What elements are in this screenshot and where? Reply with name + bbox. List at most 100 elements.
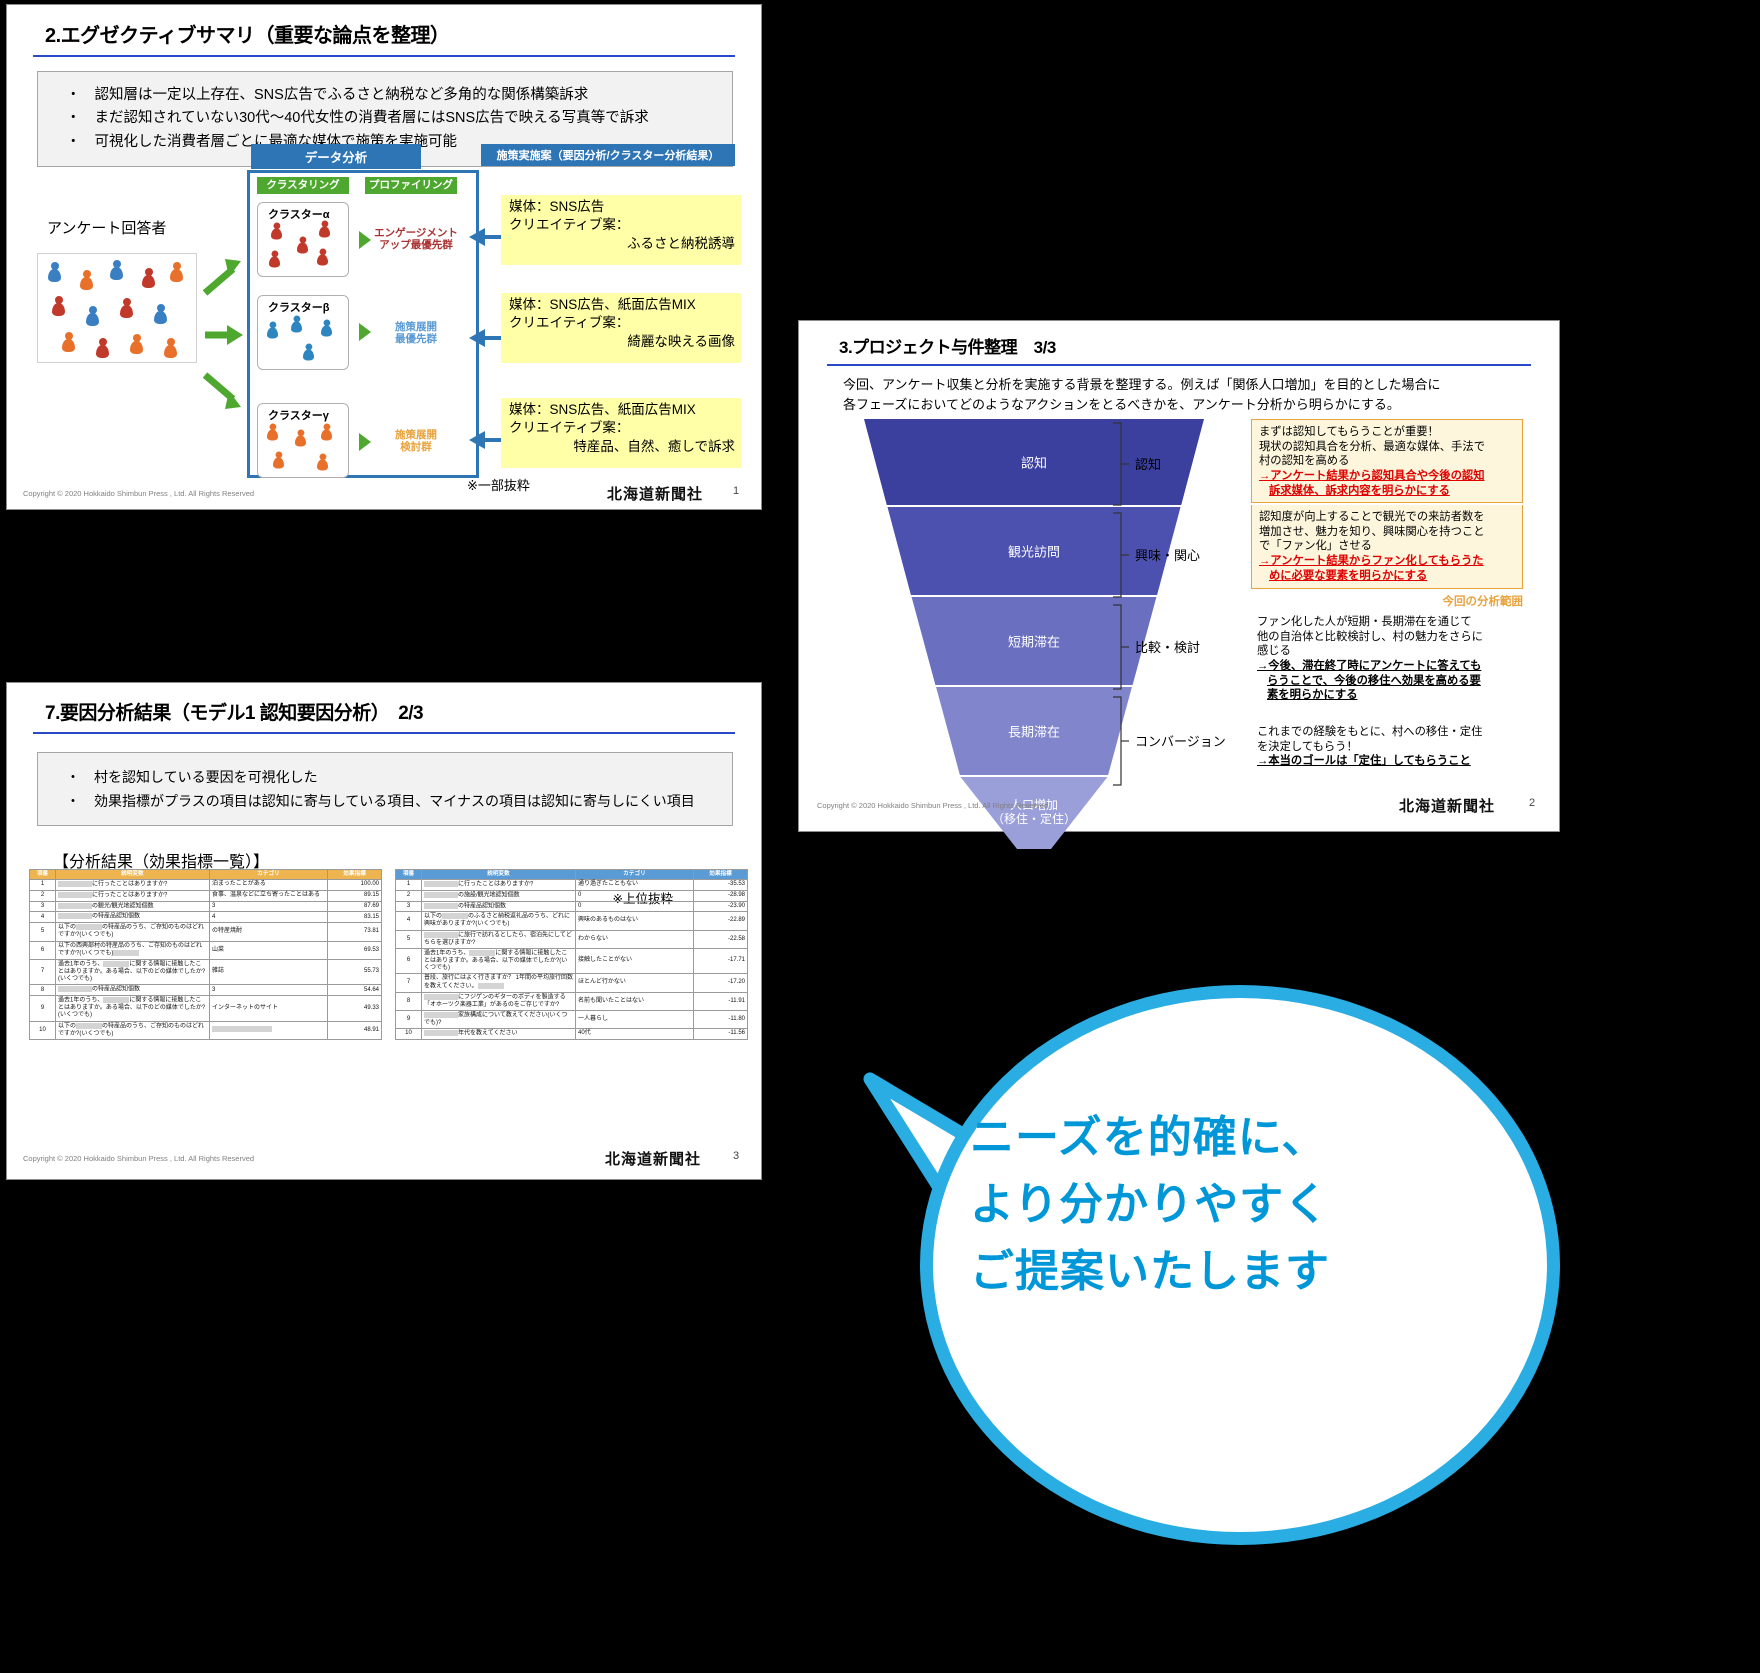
cell-effect: 69.53: [327, 940, 382, 960]
redaction-bar: [424, 931, 458, 938]
redaction-bar: [76, 1022, 103, 1029]
table-row: 9 家族構成について教えてください(いくつでも)? 一人暮らし -11.80: [395, 1009, 748, 1030]
redaction-bar: [424, 891, 458, 898]
cell-no: 10: [395, 1028, 422, 1040]
th-category: カテゴリ: [209, 869, 328, 880]
cell-category: 3: [209, 984, 328, 997]
table-row: 3 の特産品認知個数 0 -23.90: [395, 900, 748, 913]
cell-category: 3: [209, 900, 328, 913]
lead-line-1: 今回、アンケート収集と分析を実施する背景を整理する。例えば「関係人口増加」を目的…: [843, 377, 1441, 392]
respondents-panel: [37, 253, 197, 363]
th-no: 項番: [29, 869, 56, 880]
bullet-item: ・ 効果指標がプラスの項目は認知に寄与している項目、マイナスの項目は認知に寄与し…: [66, 789, 722, 813]
stage-label-3: 比較・検討: [1135, 640, 1201, 655]
note-box-awareness: まずは認知してもらうことが重要！ 現状の認知具合を分析、最適な媒体、手法で 村の…: [1251, 419, 1523, 503]
redaction-bar: [103, 997, 130, 1004]
note-emphasis: めに必要な要素を明らかにする: [1269, 569, 1428, 582]
cell-category: 興味のあるものはない: [575, 911, 694, 931]
note-emphasis: 訴求媒体、訴求内容を明らかにする: [1269, 484, 1450, 497]
slide-factor-analysis: 7.要因分析結果（モデル1 認知要因分析） 2/3 ・ 村を認知している要因を可…: [6, 682, 762, 1180]
slide1-brand: 北海道新聞社: [607, 486, 704, 503]
cell-effect: 54.64: [327, 984, 382, 997]
bullet-marker: ・: [66, 769, 80, 785]
redaction-bar: [58, 986, 92, 993]
slide-executive-summary: 2.エグゼクティブサマリ（重要な論点を整理） ・ 認知層は一定以上存在、SNS広…: [6, 4, 762, 510]
slide1-copyright: Copyright © 2020 Hokkaido Shimbun Press …: [23, 489, 255, 498]
redaction-bar: [58, 891, 92, 898]
slide2-title: 3.プロジェクト与件整理 3/3: [839, 338, 1056, 357]
cell-effect: -22.58: [693, 929, 748, 949]
cell-variable: 以下の の特産品のうち、ご存知のものはどれですか?(いくつでも): [55, 1020, 210, 1040]
slide2-copyright: Copyright © 2020 Hokkaido Shimbun Press …: [817, 801, 1049, 810]
cell-no: 6: [395, 947, 422, 975]
bullet-marker: ・: [66, 133, 81, 150]
note-emphasis: →アンケート結果からファン化してもらうた: [1259, 555, 1484, 568]
cell-variable: 以下の の特産品のうち、ご存知のものはどれですか?(いくつでも): [55, 922, 210, 942]
table-row: 5 に旅行で訪れるとしたら、宿泊先にしてどちらを選びますか? わからない -22.58: [395, 929, 748, 949]
cell-variable: に行ったことはありますか?: [55, 889, 210, 902]
cell-no: 1: [395, 878, 422, 891]
cell-effect: -28.98: [693, 889, 748, 902]
cell-category: 食事、温泉などに立ち寄ったことはある: [209, 889, 328, 902]
bubble-line-3: ご提案いたします: [970, 1246, 1330, 1296]
table-row: 1 に行ったことはありますか? 泊まったことがある 100.00: [29, 878, 382, 891]
note-line: を決定してもらう！: [1257, 740, 1358, 753]
table-row: 3 の観光/観光地認知個数 3 87.69: [29, 900, 382, 913]
bullet-marker: ・: [66, 793, 80, 810]
cell-effect: 100.00: [327, 878, 382, 891]
note-box-interest: 認知度が向上することで観光での来訪者数を 増加させ、魅力を知り、興味関心を持つこ…: [1251, 505, 1523, 589]
cell-effect: -17.20: [693, 973, 748, 993]
bullet-text: まだ認知されていない30代〜40代女性の消費者層にはSNS広告で映える写真等で訴…: [94, 110, 649, 127]
proposal-creative-value: ふるさと納税誘導: [627, 235, 735, 251]
table-row: 10 以下の の特産品のうち、ご存知のものはどれですか?(いくつでも) 48.91: [29, 1020, 382, 1040]
cell-effect: -11.91: [693, 991, 748, 1011]
slide2-title-rule: [827, 364, 1531, 366]
cell-no: 4: [395, 911, 422, 931]
proposal-media: 媒体：SNS広告: [509, 199, 605, 214]
bubble-line-2: より分かりやすく: [970, 1179, 1330, 1229]
cell-effect: 55.73: [327, 958, 382, 986]
redaction-bar: [103, 960, 130, 967]
redaction-bar: [477, 982, 504, 989]
note-line: これまでの経験をもとに、村への移住・定住: [1257, 726, 1483, 738]
cell-category: インターネットのサイト: [209, 995, 328, 1022]
cell-effect: -11.56: [693, 1028, 748, 1040]
slide3-page-number: 3: [733, 1150, 740, 1162]
lead-line-2: 各フェーズにおいてどのようなアクションをとるべきかを、アンケート分析から明らかに…: [843, 396, 1400, 412]
th-variable: 説明変数: [421, 869, 576, 880]
cell-no: 8: [395, 991, 422, 1011]
cell-effect: -11.80: [693, 1009, 748, 1030]
cell-category: 4: [209, 911, 328, 924]
proposal-connectors: [469, 228, 505, 449]
proposal-creative-label: クリエイティブ案：: [509, 315, 630, 331]
redaction-bar: [113, 949, 140, 956]
cell-variable: 普段、旅行にはよく行きますか？ 1年間の平均旅行回数を教えてください。: [421, 973, 576, 993]
cell-category: 泊まったことがある: [209, 878, 328, 891]
slide3-brand: 北海道新聞社: [605, 1151, 702, 1168]
scope-label: 今回の分析範囲: [1442, 596, 1524, 608]
note-emphasis: 素を明らかにする: [1267, 689, 1358, 702]
cluster-profile-gamma: 施策展開 検討群: [395, 429, 437, 454]
proposal-media: 媒体：SNS広告、紙面広告MIX: [509, 402, 696, 417]
bubble-line-1: ニーズを的確に、: [970, 1113, 1327, 1162]
table-row: 6 以下の西興部村の特産品のうち、ご存知のものはどれですか?(いくつでも) 山菜 69…: [29, 940, 382, 960]
bullet-marker: ・: [66, 110, 81, 127]
funnel-segment-5: 人口増加 （移住・定住）: [960, 777, 1108, 849]
note-line: まずは認知してもらうことが重要！: [1259, 426, 1439, 438]
cell-variable: の施設/観光地認知個数: [421, 889, 576, 902]
cell-no: 8: [29, 984, 56, 997]
th-effect: 効果指標: [693, 869, 748, 880]
redaction-bar: [424, 1030, 458, 1037]
table-row: 8 にフジゲンのギターのボディを製造する「オホーツク楽器工業」があるのをご存じです…: [395, 991, 748, 1011]
cluster-name: クラスターγ: [268, 410, 329, 422]
cell-category: 名前も聞いたことはない: [575, 991, 694, 1011]
bullet-item: ・ 認知層は一定以上存在、SNS広告でふるさと納税など多角的な関係構築訴求: [66, 84, 722, 107]
effect-table-negative: 項番 説明変数 カテゴリ 効果指標 1 に行ったことはありますか? 通り過ぎたことも…: [395, 869, 748, 1040]
proposal-creative-label: クリエイティブ案：: [509, 420, 630, 436]
table-row: 2 に行ったことはありますか? 食事、温泉などに立ち寄ったことはある 89.15: [29, 889, 382, 902]
table-row: 2 の施設/観光地認知個数 0 -28.98: [395, 889, 748, 902]
effect-table-positive: 項番 説明変数 カテゴリ 効果指標 1 に行ったことはありますか? 泊まったことがあ…: [29, 869, 382, 1040]
respondents-label: アンケート回答者: [47, 220, 167, 237]
proposal-creative-value: 特産品、自然、癒しで訴求: [573, 438, 735, 454]
slide1-title-rule: [33, 55, 735, 57]
